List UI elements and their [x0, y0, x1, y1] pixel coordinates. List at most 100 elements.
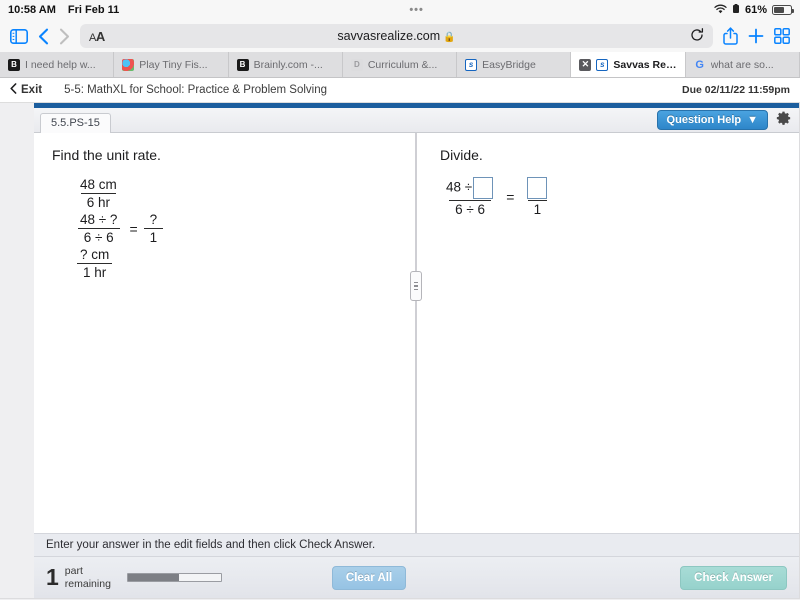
fraction-denominator: 1 hr	[77, 263, 113, 280]
clear-all-button[interactable]: Clear All	[331, 565, 407, 590]
exit-button[interactable]: Exit	[10, 83, 42, 97]
tabs-grid-icon[interactable]	[774, 28, 790, 44]
question-pane: Find the unit rate. 48 cm 6 hr 48 ÷ ? 6 …	[34, 133, 414, 533]
brainly-icon: B	[236, 58, 249, 71]
pane-splitter[interactable]	[410, 133, 422, 533]
share-icon[interactable]	[723, 27, 738, 45]
browser-tab-label: Savvas Realize	[613, 58, 676, 71]
exercise-tab-row: 5.5.PS-15 Question Help ▼	[34, 108, 799, 133]
answer-equation: 48 ÷ 6 ÷ 6 = 1	[440, 177, 781, 217]
browser-tab[interactable]: B I need help w...	[0, 52, 115, 77]
status-bar-right: 61%	[714, 3, 794, 17]
parts-remaining: 1 part remaining	[46, 564, 222, 590]
exercise-panel: 5.5.PS-15 Question Help ▼ Find the unit …	[34, 103, 800, 598]
browser-tab[interactable]: Play Tiny Fis...	[114, 52, 229, 77]
check-answer-button[interactable]: Check Answer	[680, 565, 787, 590]
browser-tab[interactable]: ✕ s Savvas Realize	[571, 52, 686, 77]
action-bar: 1 part remaining Clear All Check Answer	[34, 556, 799, 598]
close-icon[interactable]: ✕	[579, 58, 592, 71]
answer-denominator: 6 ÷ 6	[449, 200, 492, 217]
reload-icon[interactable]	[690, 27, 704, 45]
sidebar-toggle-icon[interactable]	[10, 28, 28, 44]
splitter-grip-icon[interactable]	[410, 271, 422, 301]
alarm-icon	[732, 3, 740, 17]
fraction-numerator: ?	[149, 212, 158, 227]
question-help-label: Question Help	[666, 114, 742, 126]
exercise-tools: Question Help ▼	[656, 110, 799, 132]
chevron-down-icon: ▼	[747, 114, 758, 126]
battery-percent: 61%	[744, 4, 767, 16]
math-fraction-1: 48 cm 6 hr	[74, 177, 396, 210]
result-denominator: 1	[527, 200, 548, 217]
savvas-icon: s	[596, 58, 609, 71]
problem-area: Find the unit rate. 48 cm 6 hr 48 ÷ ? 6 …	[34, 133, 799, 533]
fraction-denominator: 6 ÷ 6	[77, 228, 120, 245]
status-bar-center: •••	[119, 4, 714, 16]
ios-status-bar: 10:58 AM Fri Feb 11 ••• 61%	[0, 0, 800, 20]
browser-tab[interactable]: D Curriculum &...	[342, 52, 458, 77]
equals-sign: =	[506, 189, 515, 205]
exercise-container: 5.5.PS-15 Question Help ▼ Find the unit …	[0, 103, 800, 598]
browser-tab[interactable]: Gwhat are so...	[685, 52, 800, 77]
fraction-numerator: 48 ÷ ?	[80, 212, 118, 227]
due-date: Due 02/11/22 11:59pm	[682, 84, 790, 96]
lock-icon: 🔒	[443, 32, 456, 43]
answer-lead-numerator: 48 ÷	[446, 179, 473, 195]
url-text: savvasrealize.com	[337, 29, 441, 43]
status-date: Fri Feb 11	[67, 4, 120, 16]
browser-tab-label: Play Tiny Fis...	[139, 58, 208, 71]
answer-numerator-group: 48 ÷	[440, 177, 500, 200]
exit-label: Exit	[21, 84, 43, 96]
fraction-denominator: 1	[143, 228, 164, 245]
exercise-id-tab[interactable]: 5.5.PS-15	[40, 113, 111, 133]
assignment-header: Exit 5-5: MathXL for School: Practice & …	[0, 78, 800, 103]
fraction-denominator: 6 hr	[80, 193, 117, 210]
browser-tab-label: Curriculum &...	[367, 58, 438, 71]
status-dots: •••	[409, 4, 424, 16]
coolmath-icon	[122, 58, 135, 71]
wifi-icon	[714, 4, 727, 17]
google-icon: G	[695, 58, 704, 71]
status-bar-left: 10:58 AM Fri Feb 11	[8, 4, 119, 16]
address-bar[interactable]: AA savvasrealize.com 🔒	[80, 24, 713, 48]
parts-label-line1: part	[64, 565, 83, 578]
gear-icon[interactable]	[776, 111, 791, 129]
parts-label: part remaining	[65, 565, 111, 589]
browser-tab[interactable]: s EasyBridge	[457, 52, 572, 77]
url-text-wrapper: savvasrealize.com 🔒	[80, 29, 713, 43]
battery-icon	[772, 5, 794, 15]
fraction-numerator: 48 cm	[80, 177, 117, 192]
answer-pane: Divide. 48 ÷ 6 ÷ 6 = 1	[414, 133, 799, 533]
math-equation-row: 48 ÷ ? 6 ÷ 6 = ? 1	[74, 212, 396, 245]
forward-chevron-icon	[59, 28, 70, 45]
equals-sign: =	[129, 220, 138, 237]
fraction-numerator: ? cm	[80, 247, 110, 262]
browser-tab[interactable]: B Brainly.com -...	[228, 52, 343, 77]
browser-tab-label: Brainly.com -...	[253, 58, 323, 71]
browser-tab-label: I need help w...	[25, 58, 96, 71]
question-prompt: Find the unit rate.	[52, 147, 161, 163]
left-gutter	[0, 103, 34, 598]
safari-toolbar: AA savvasrealize.com 🔒	[0, 20, 800, 52]
browser-tab-label: EasyBridge	[482, 58, 536, 71]
browser-tab-bar: B I need help w... Play Tiny Fis... B Brainl…	[0, 52, 800, 78]
browser-tab-label: what are so...	[710, 58, 774, 71]
back-chevron-icon[interactable]	[38, 28, 49, 45]
answer-input-1[interactable]	[473, 177, 494, 199]
document-icon: D	[350, 58, 363, 71]
parts-count: 1	[46, 564, 59, 590]
instruction-bar: Enter your answer in the edit fields and…	[34, 533, 799, 556]
answer-prompt: Divide.	[440, 147, 483, 163]
assignment-title: 5-5: MathXL for School: Practice & Probl…	[64, 84, 328, 96]
status-time: 10:58 AM	[8, 4, 56, 16]
answer-input-2[interactable]	[527, 177, 548, 199]
question-math: 48 cm 6 hr 48 ÷ ? 6 ÷ 6 = ? 1 ? cm 1 hr	[74, 177, 396, 280]
progress-bar	[126, 573, 222, 582]
parts-label-line2: remaining	[64, 577, 111, 590]
math-fraction-4: ? cm 1 hr	[74, 247, 396, 280]
brainly-icon: B	[8, 58, 20, 71]
question-help-button[interactable]: Question Help ▼	[656, 110, 768, 130]
result-numerator	[520, 177, 554, 200]
chevron-left-icon	[10, 83, 17, 97]
plus-icon[interactable]	[748, 28, 764, 44]
